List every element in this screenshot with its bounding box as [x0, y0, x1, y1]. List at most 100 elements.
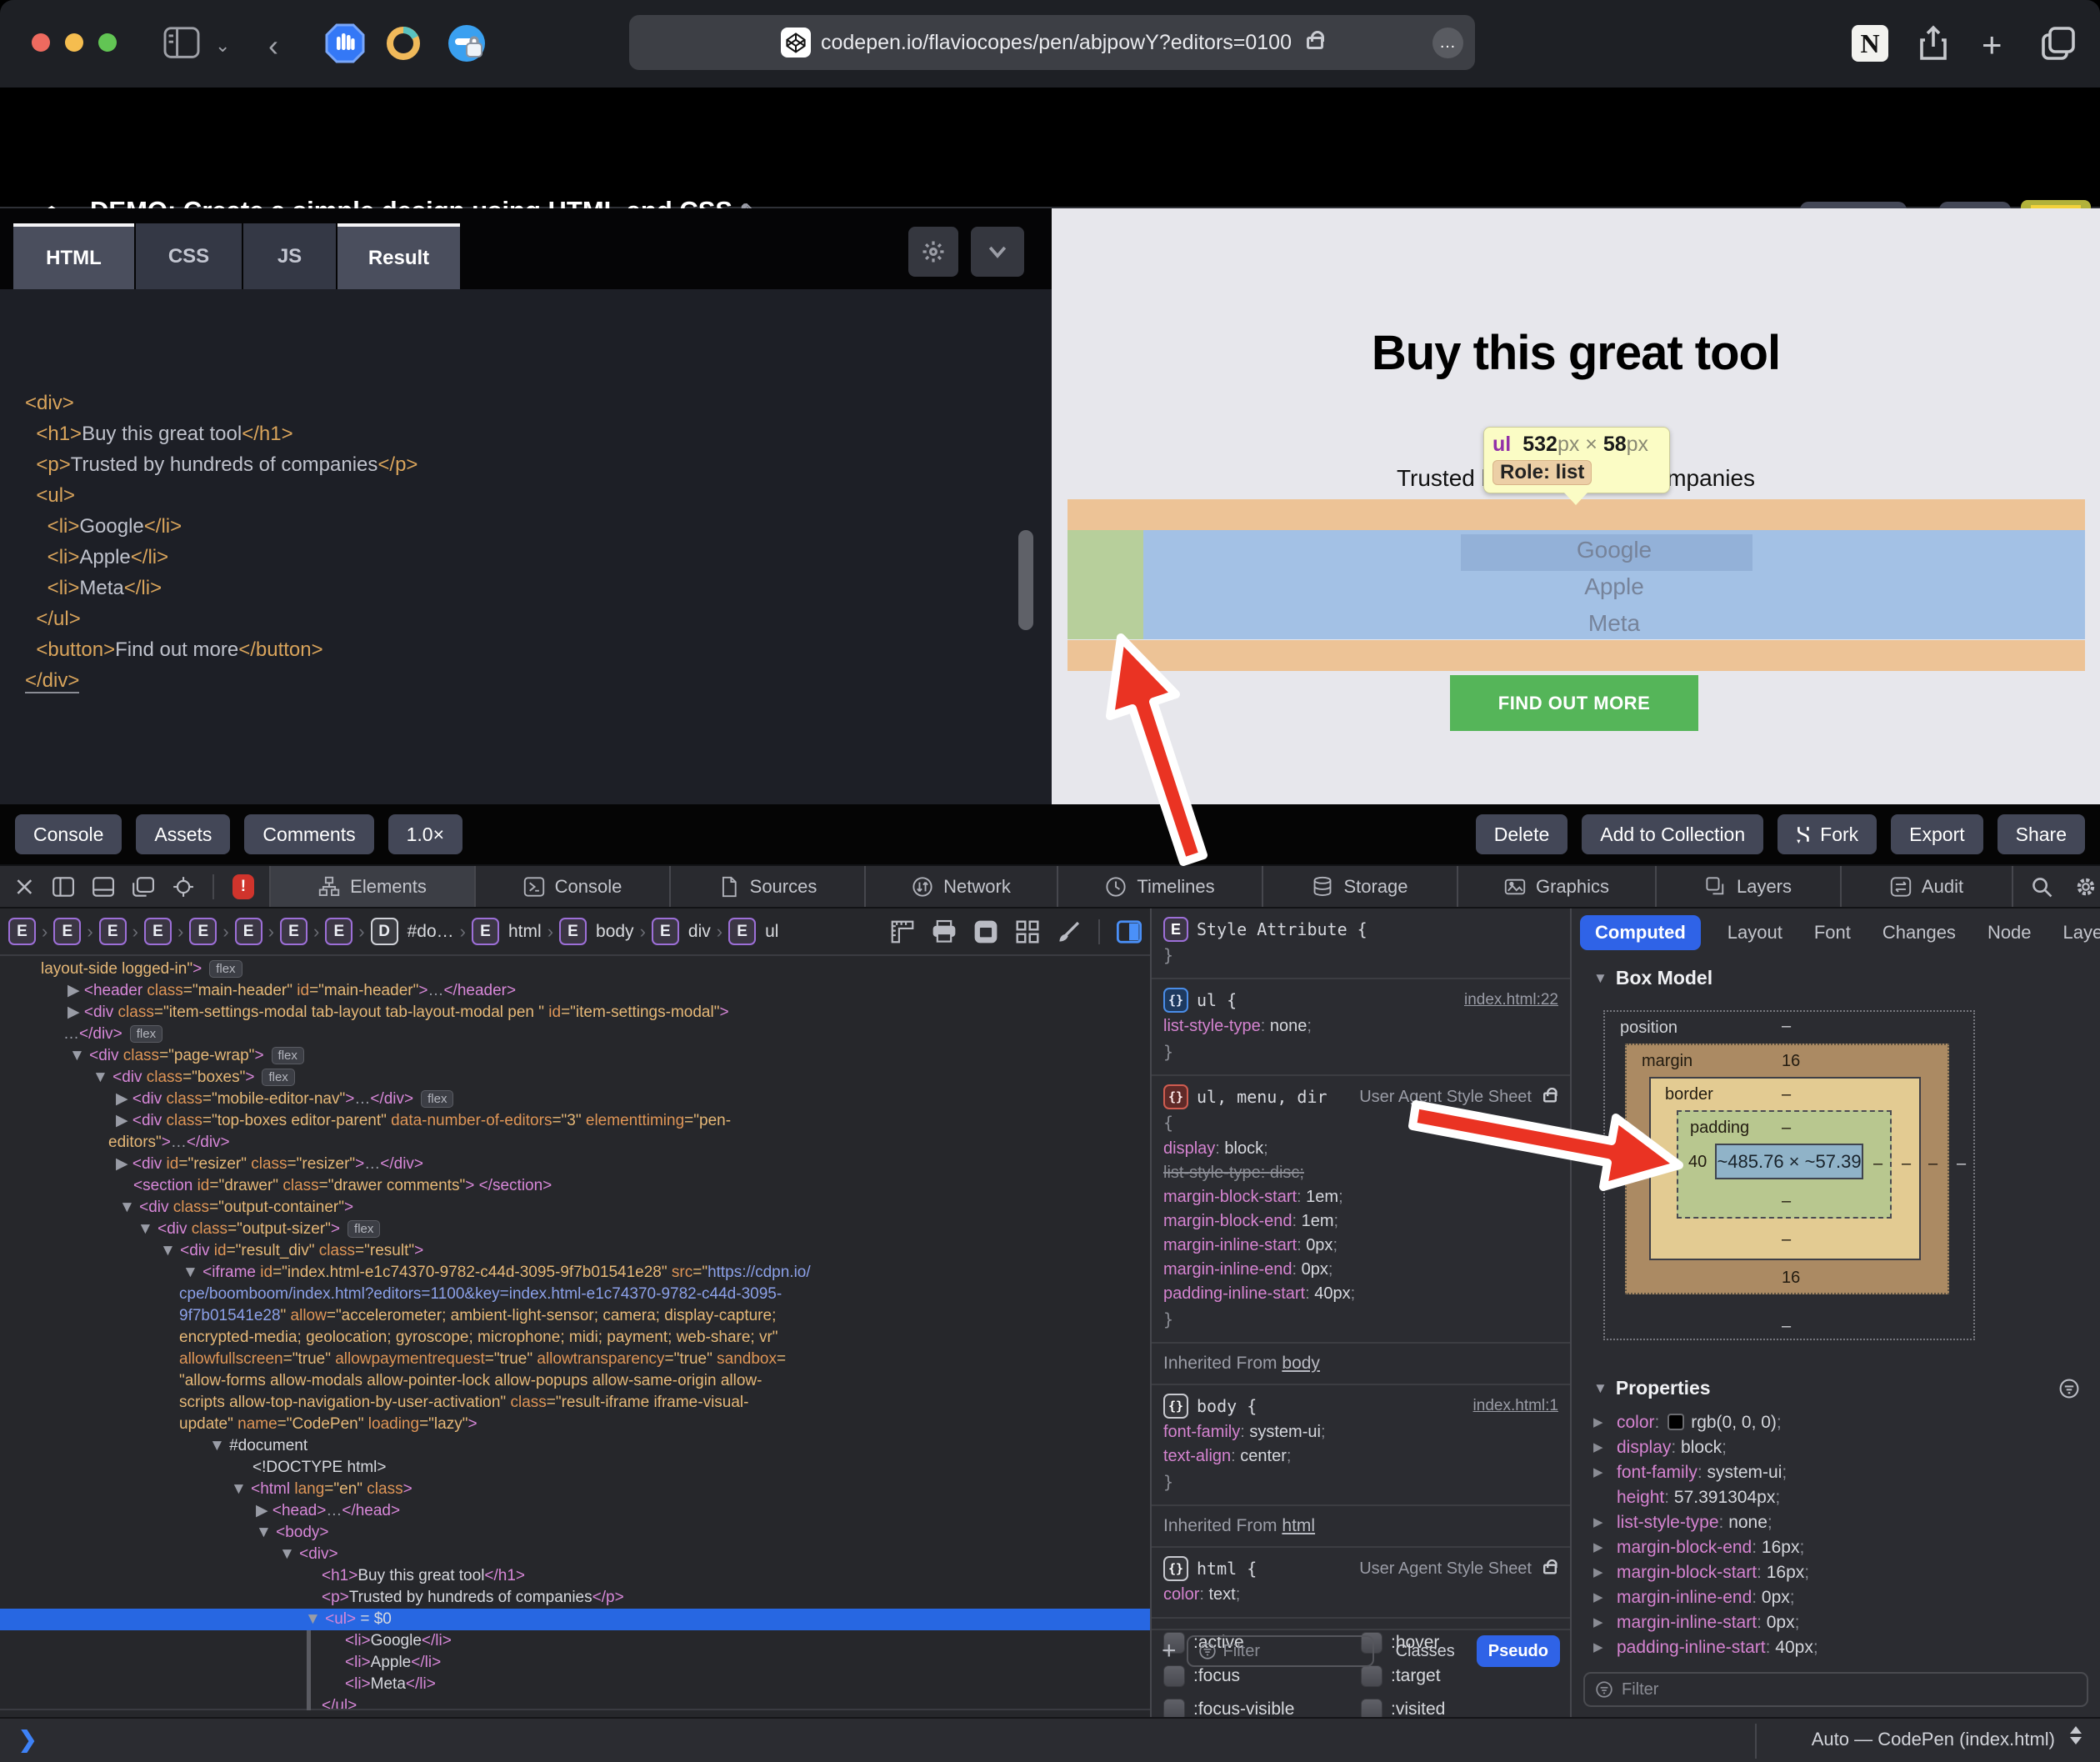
dom-node[interactable]: ▼ <div class="output-container">	[0, 1197, 1150, 1219]
breadcrumb-element-badge[interactable]: E	[728, 918, 756, 945]
devtools-tab-timelines[interactable]: Timelines	[1057, 866, 1262, 907]
dom-node[interactable]: …</div>flex	[0, 1024, 1150, 1045]
new-rule-icon[interactable]: +	[1162, 1637, 1177, 1665]
css-declaration[interactable]: margin-inline-start: 0px;	[1163, 1234, 1558, 1258]
code-editor[interactable]: <div> <h1>Buy this great tool</h1> <p>Tr…	[0, 289, 1052, 804]
actionbar-delete[interactable]: Delete	[1476, 814, 1568, 854]
actionbar-share[interactable]: Share	[1998, 814, 2085, 854]
dock-side-icon[interactable]	[52, 875, 74, 899]
css-declaration[interactable]: display: block;	[1163, 1137, 1558, 1161]
window-minimize-button[interactable]	[65, 33, 83, 52]
actionbar-1-0-[interactable]: 1.0×	[388, 814, 462, 854]
breadcrumb-element-badge[interactable]: E	[99, 918, 127, 945]
details-tab-node[interactable]: Node	[1982, 915, 2037, 950]
dom-node-selected[interactable]: ▼ <ul> = $0	[0, 1609, 1150, 1630]
dom-node[interactable]: ▶ <div class="mobile-editor-nav">…</div>…	[0, 1089, 1150, 1110]
pseudo-checkbox-visited[interactable]: :visited	[1361, 1699, 1558, 1717]
code-line[interactable]: <li>Google</li>	[25, 511, 418, 542]
dom-node[interactable]: <li>Apple</li>	[0, 1652, 1150, 1674]
execution-context[interactable]: Auto — CodePen (index.html)	[1812, 1729, 2055, 1750]
dom-node[interactable]: ▶ <header class="main-header" id="main-h…	[0, 980, 1150, 1002]
computed-property[interactable]: ▶padding-inline-start: 40px;	[1593, 1635, 1818, 1660]
notion-extension-icon[interactable]: N	[1852, 25, 1888, 62]
breadcrumb-element-badge[interactable]: E	[472, 918, 499, 945]
editor-collapse-button[interactable]	[971, 227, 1024, 277]
computed-filter-input[interactable]: Filter	[1583, 1672, 2088, 1707]
console-prompt[interactable]: ❯	[18, 1727, 38, 1753]
css-declaration[interactable]: text-align: center;	[1163, 1444, 1558, 1469]
style-rule[interactable]: {}html {User Agent Style Sheet color: te…	[1152, 1548, 1570, 1619]
details-tab-changes[interactable]: Changes	[1878, 915, 1961, 950]
breadcrumb-element-badge[interactable]: E	[189, 918, 217, 945]
dom-node[interactable]: scripts allow-top-navigation-by-user-act…	[0, 1392, 1150, 1414]
devtools-tab-layers[interactable]: Layers	[1655, 866, 1840, 907]
breadcrumb-label-html[interactable]: html	[508, 922, 542, 942]
devtools-search-icon[interactable]	[2030, 875, 2053, 899]
editor-tab-js[interactable]: JS	[243, 223, 336, 289]
back-button-icon[interactable]: ‹	[268, 28, 278, 63]
dom-node[interactable]: layout-side logged-in">flex	[0, 959, 1150, 980]
actionbar-console[interactable]: Console	[15, 814, 122, 854]
css-declaration[interactable]: margin-block-start: 1em;	[1163, 1185, 1558, 1209]
undock-icon[interactable]	[132, 875, 154, 899]
dom-node[interactable]: <li>Meta</li>	[0, 1674, 1150, 1695]
style-rule[interactable]: EStyle Attribute {}	[1152, 909, 1570, 979]
find-out-more-button[interactable]: FIND OUT MORE	[1450, 675, 1698, 731]
styles-filter-input[interactable]: Filter	[1187, 1635, 1374, 1667]
pseudo-toggle[interactable]: Pseudo	[1477, 1635, 1560, 1667]
css-declaration[interactable]: list-style-type: none;	[1163, 1014, 1558, 1039]
dom-node[interactable]: <!DOCTYPE html>	[0, 1457, 1150, 1479]
actionbar-fork[interactable]: Fork	[1778, 814, 1877, 854]
dom-node[interactable]: ▼ <iframe id="index.html-e1c74370-9782-c…	[0, 1262, 1150, 1284]
dom-node[interactable]: update" name="CodePen" loading="lazy">	[0, 1414, 1150, 1435]
details-tab-font[interactable]: Font	[1809, 915, 1856, 950]
css-declaration[interactable]: list-style-type: disc;	[1163, 1161, 1558, 1185]
dom-node[interactable]: editors">…</div>	[0, 1132, 1150, 1154]
rule-source-link[interactable]: index.html:22	[1464, 991, 1558, 1009]
breadcrumb-element-badge[interactable]: E	[280, 918, 308, 945]
details-tab-layers[interactable]: Layers	[2058, 915, 2100, 950]
dom-node[interactable]: ▼ #document	[0, 1435, 1150, 1457]
tab-overview-icon[interactable]	[2038, 23, 2078, 68]
code-line[interactable]: <p>Trusted by hundreds of companies</p>	[25, 449, 418, 480]
code-line[interactable]: <ul>	[25, 480, 418, 511]
url-more-icon[interactable]: …	[1432, 28, 1463, 58]
css-declaration[interactable]: color: text;	[1163, 1583, 1558, 1607]
close-devtools-icon[interactable]	[15, 876, 34, 898]
dom-node[interactable]: ▼ <div class="page-wrap">flex	[0, 1045, 1150, 1067]
details-tab-layout[interactable]: Layout	[1722, 915, 1788, 950]
share-icon[interactable]	[1913, 23, 1953, 68]
devtools-tab-storage[interactable]: Storage	[1262, 866, 1457, 907]
computed-property[interactable]: height: 57.391304px;	[1593, 1485, 1818, 1510]
dom-node[interactable]: ▶ <div class="item-settings-modal tab-la…	[0, 1002, 1150, 1024]
dom-node[interactable]: 9f7b01541e28" allow="accelerometer; ambi…	[0, 1305, 1150, 1327]
computed-property[interactable]: ▶margin-block-end: 16px;	[1593, 1535, 1818, 1560]
style-rule[interactable]: {}ul, menu, dirUser Agent Style Sheet{ d…	[1152, 1076, 1570, 1344]
code-line[interactable]: <li>Apple</li>	[25, 542, 418, 573]
computed-property[interactable]: ▶margin-inline-end: 0px;	[1593, 1585, 1818, 1610]
actionbar-export[interactable]: Export	[1891, 814, 1982, 854]
dom-node[interactable]: ▶ <div class="top-boxes editor-parent" d…	[0, 1110, 1150, 1132]
code-line[interactable]: <h1>Buy this great tool</h1>	[25, 418, 418, 449]
window-close-button[interactable]	[32, 33, 50, 52]
dom-node[interactable]: ▶ <div id="resizer" class="resizer">…</d…	[0, 1154, 1150, 1175]
css-declaration[interactable]: margin-inline-end: 0px;	[1163, 1258, 1558, 1282]
style-rule[interactable]: {}ul {index.html:22 list-style-type: non…	[1152, 979, 1570, 1076]
breadcrumb-label-ul[interactable]: ul	[765, 922, 778, 942]
computed-property[interactable]: ▶font-family: system-ui;	[1593, 1460, 1818, 1485]
computed-property[interactable]: ▶display: block;	[1593, 1435, 1818, 1460]
grid-overlay-icon[interactable]	[1015, 919, 1040, 944]
details-tab-computed[interactable]: Computed	[1580, 915, 1701, 950]
style-rule[interactable]: {}body {index.html:1 font-family: system…	[1152, 1385, 1570, 1506]
dom-node[interactable]: encrypted-media; geolocation; gyroscope;…	[0, 1327, 1150, 1349]
classes-toggle[interactable]: Classes	[1384, 1635, 1467, 1667]
url-bar[interactable]: codepen.io/flaviocopes/pen/abjpowY?edito…	[629, 15, 1475, 70]
actionbar-add-to-collection[interactable]: Add to Collection	[1582, 814, 1763, 854]
devtools-tab-elements[interactable]: Elements	[269, 866, 474, 907]
dom-node[interactable]: <h1>Buy this great tool</h1>	[0, 1565, 1150, 1587]
issues-badge[interactable]: !	[232, 874, 254, 899]
breadcrumb-element-badge[interactable]: E	[8, 918, 36, 945]
breadcrumb-label[interactable]: #do…	[408, 922, 454, 942]
code-line[interactable]: <li>Meta</li>	[25, 573, 418, 603]
box-model-content[interactable]: ~485.76 × ~57.39	[1715, 1144, 1863, 1179]
